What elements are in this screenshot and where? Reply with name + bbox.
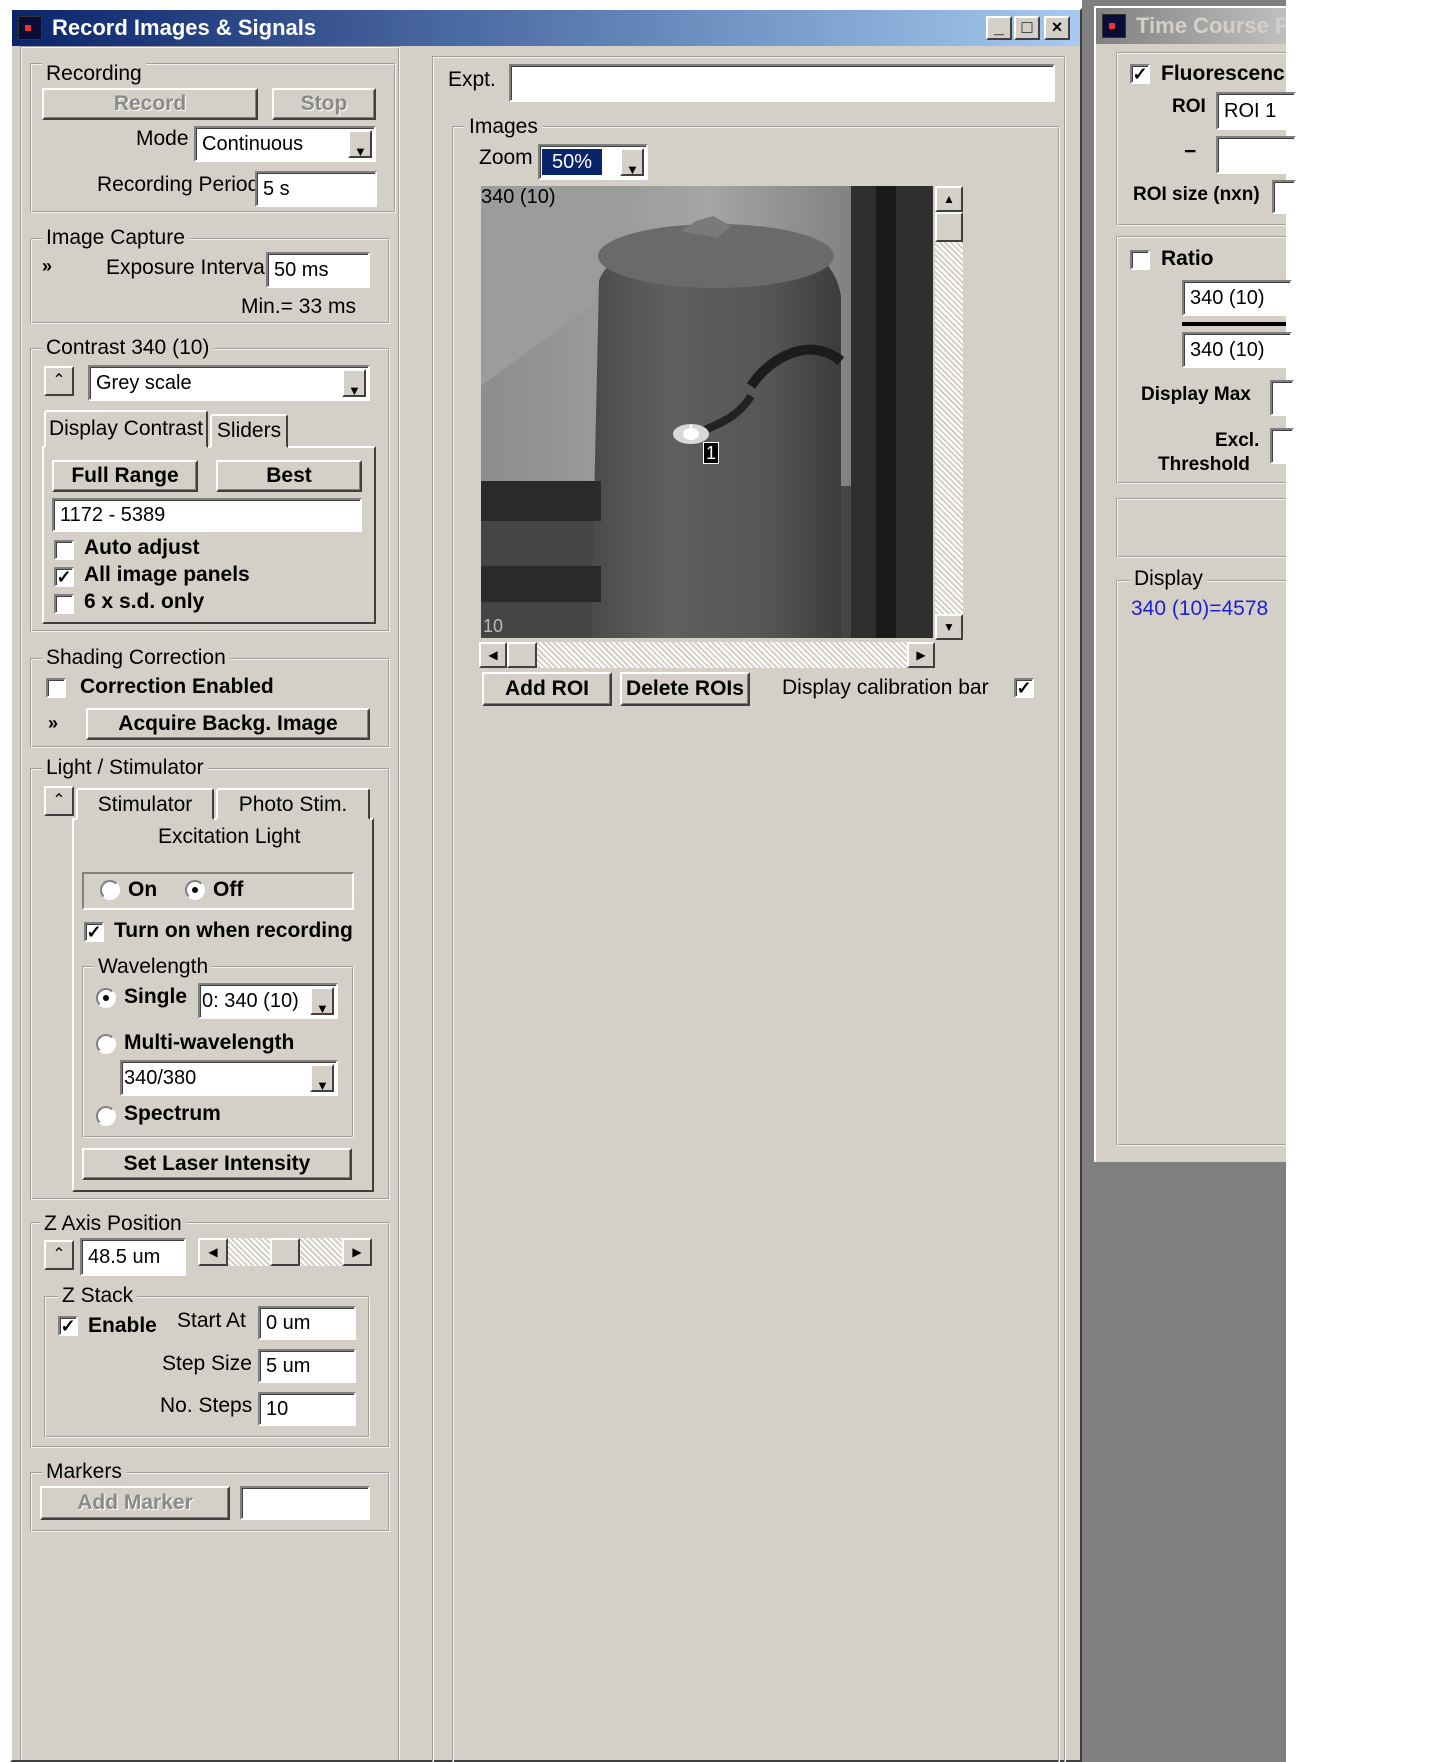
side-window-title: Time Course Pl <box>1136 13 1286 38</box>
display-readout: 340 (10)=4578 <box>1131 597 1269 620</box>
images-group-label: Images <box>465 115 542 139</box>
camera-image <box>481 186 933 638</box>
display-group <box>1116 580 1286 1146</box>
excl-threshold-input[interactable] <box>1270 428 1294 464</box>
roi-label: ROI <box>1172 96 1206 117</box>
left-panel-frame <box>20 46 400 1760</box>
add-roi-button[interactable]: Add ROI <box>482 672 612 706</box>
zoom-label: Zoom <box>479 146 533 169</box>
image-vertical-scrollbar[interactable] <box>935 186 963 638</box>
scroll-down-button[interactable]: ▼ <box>935 614 963 640</box>
zoom-select[interactable]: 50% <box>538 144 648 180</box>
side-title-bar[interactable]: Time Course Pl <box>1096 8 1286 44</box>
vertical-scroll-thumb[interactable] <box>935 212 963 242</box>
minimize-button[interactable]: _ <box>986 16 1012 40</box>
close-button[interactable]: × <box>1044 16 1070 40</box>
calibration-bar-label: 10 <box>483 616 504 636</box>
display-group-label: Display <box>1130 567 1207 591</box>
maximize-button[interactable]: □ <box>1014 16 1040 40</box>
calibration-bar-label-text: Display calibration bar <box>782 676 989 699</box>
expt-label: Expt. <box>448 68 496 91</box>
scroll-left-button[interactable]: ◀ <box>479 642 507 668</box>
ratio-label: Ratio <box>1161 247 1214 270</box>
delete-rois-button[interactable]: Delete ROIs <box>620 672 750 706</box>
horizontal-scroll-thumb[interactable] <box>507 642 537 668</box>
image-horizontal-scrollbar[interactable] <box>479 642 935 668</box>
zoom-value: 50% <box>540 148 604 176</box>
calibration-bar-checkbox[interactable]: ✓ <box>1014 678 1034 698</box>
background-roi-select[interactable] <box>1216 136 1296 174</box>
fluorescence-checkbox[interactable]: ✓ <box>1130 64 1150 84</box>
minus-label: − <box>1184 140 1197 163</box>
app-icon <box>18 16 42 40</box>
crosshair-icon: + <box>683 416 700 447</box>
ratio-numerator-select[interactable]: 340 (10) <box>1182 280 1292 316</box>
ratio-divider <box>1182 322 1286 326</box>
roi-size-label: ROI size (nxn) <box>1133 184 1260 205</box>
window-title: Record Images & Signals <box>52 15 317 40</box>
expt-input[interactable] <box>509 64 1055 102</box>
title-bar[interactable]: Record Images & Signals <box>12 10 1080 46</box>
ratio-checkbox[interactable] <box>1130 250 1150 270</box>
fluorescence-label: Fluorescenc <box>1161 62 1285 85</box>
frame-label: 340 (10) <box>481 186 556 208</box>
threshold-label: Threshold <box>1158 454 1250 475</box>
roi-size-input[interactable] <box>1272 180 1296 214</box>
ratio-denominator-select[interactable]: 340 (10) <box>1182 332 1292 368</box>
chevron-down-icon[interactable] <box>620 148 644 178</box>
roi-number-badge: 1 <box>703 442 720 464</box>
excl-label: Excl. <box>1215 430 1260 451</box>
image-view[interactable]: 340 (10) + 1 10 <box>481 186 933 638</box>
scroll-right-button[interactable]: ▶ <box>907 642 935 668</box>
side-app-icon <box>1102 14 1126 38</box>
display-max-label: Display Max <box>1141 384 1251 405</box>
empty-side-box <box>1116 498 1286 558</box>
display-max-input[interactable] <box>1270 380 1294 416</box>
scroll-up-button[interactable]: ▲ <box>935 186 963 212</box>
roi-select[interactable]: ROI 1 <box>1216 92 1296 130</box>
